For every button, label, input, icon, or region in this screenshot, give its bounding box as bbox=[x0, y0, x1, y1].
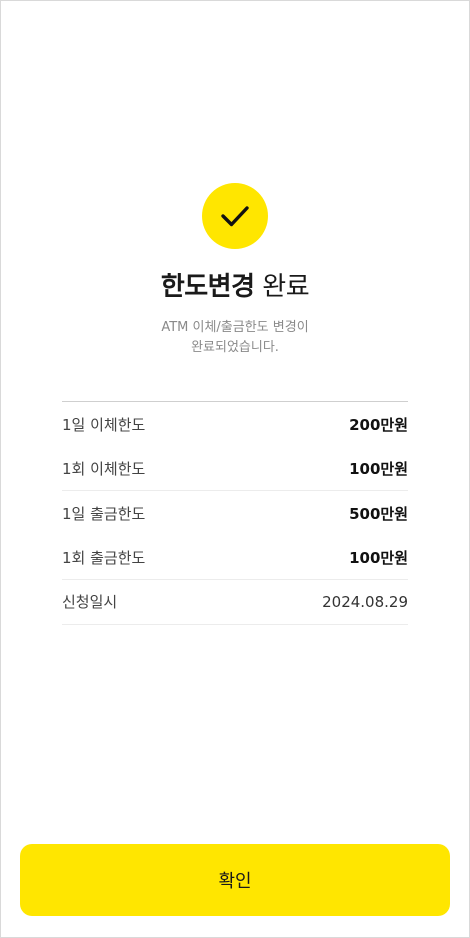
row-label: 1회 이체한도 bbox=[62, 459, 146, 478]
row-label: 신청일시 bbox=[62, 593, 118, 612]
check-icon bbox=[202, 183, 268, 249]
row-single-withdrawal-limit: 1회 출금한도 100만원 bbox=[62, 536, 408, 580]
completion-message: ATM 이체/출금한도 변경이 완료되었습니다. bbox=[0, 318, 470, 358]
row-request-date: 신청일시 2024.08.29 bbox=[62, 580, 408, 625]
check-mark-icon bbox=[221, 206, 249, 227]
page-title: 한도변경 완료 bbox=[0, 266, 470, 303]
row-value: 100만원 bbox=[349, 459, 408, 478]
row-label: 1일 이체한도 bbox=[62, 415, 146, 434]
confirm-button[interactable]: 확인 bbox=[20, 844, 450, 916]
completion-message-line-1: ATM 이체/출금한도 변경이 bbox=[161, 320, 309, 335]
row-single-transfer-limit: 1회 이체한도 100만원 bbox=[62, 447, 408, 491]
row-value: 100만원 bbox=[349, 548, 408, 567]
limit-summary: 1일 이체한도 200만원 1회 이체한도 100만원 1일 출금한도 500만… bbox=[62, 401, 408, 625]
row-value: 200만원 bbox=[349, 415, 408, 434]
row-value: 2024.08.29 bbox=[322, 592, 408, 611]
row-label: 1회 출금한도 bbox=[62, 548, 146, 567]
row-label: 1일 출금한도 bbox=[62, 504, 146, 523]
row-daily-withdrawal-limit: 1일 출금한도 500만원 bbox=[62, 491, 408, 536]
title-light: 완료 bbox=[262, 272, 310, 302]
row-daily-transfer-limit: 1일 이체한도 200만원 bbox=[62, 402, 408, 447]
row-value: 500만원 bbox=[349, 504, 408, 523]
title-strong: 한도변경 bbox=[160, 272, 255, 302]
completion-message-line-2: 완료되었습니다. bbox=[191, 340, 279, 355]
